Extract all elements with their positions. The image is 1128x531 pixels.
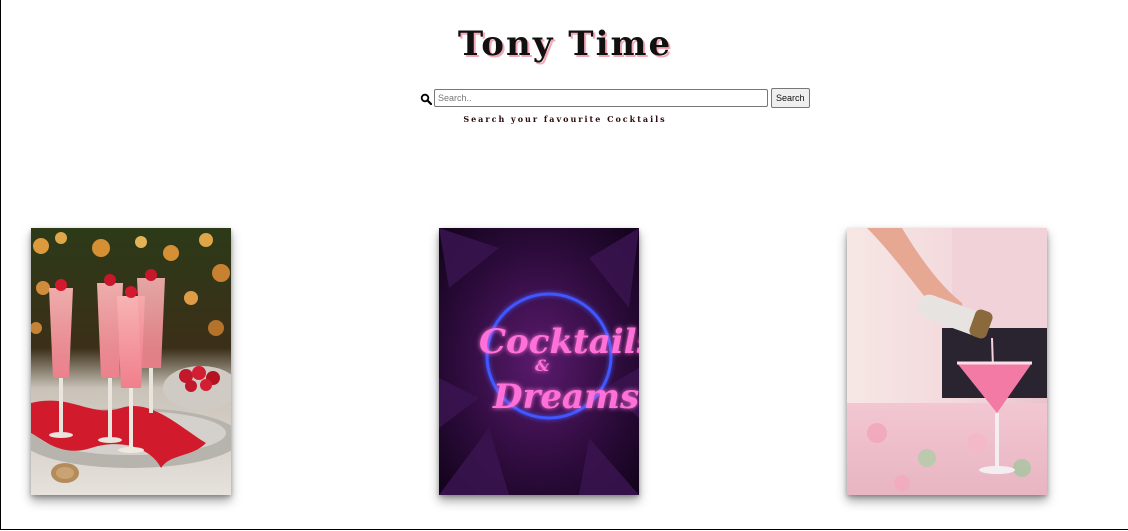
neon-sign-photo: Cocktails & Dreams [439,228,639,495]
search-input[interactable] [434,88,768,107]
neon-sign-line-1: Cocktails [479,322,639,362]
search-bar: Search [420,87,810,108]
tagline: Search your favourite Cocktails [463,114,667,124]
pink-martini-pour-photo [847,228,1047,495]
search-icon [420,92,433,105]
page-frame: Tony Time Search Search your favourite C… [0,0,1128,530]
cocktail-card-neon[interactable]: Cocktails & Dreams [439,228,639,495]
champagne-raspberry-cocktails-photo [31,228,231,495]
neon-sign-line-2: & [535,356,550,375]
page-title: Tony Time [457,24,673,64]
cocktail-card-champagne[interactable] [31,228,231,495]
neon-sign-line-3: Dreams [492,377,639,417]
cocktail-card-martini[interactable] [847,228,1047,495]
search-button[interactable]: Search [771,87,810,108]
